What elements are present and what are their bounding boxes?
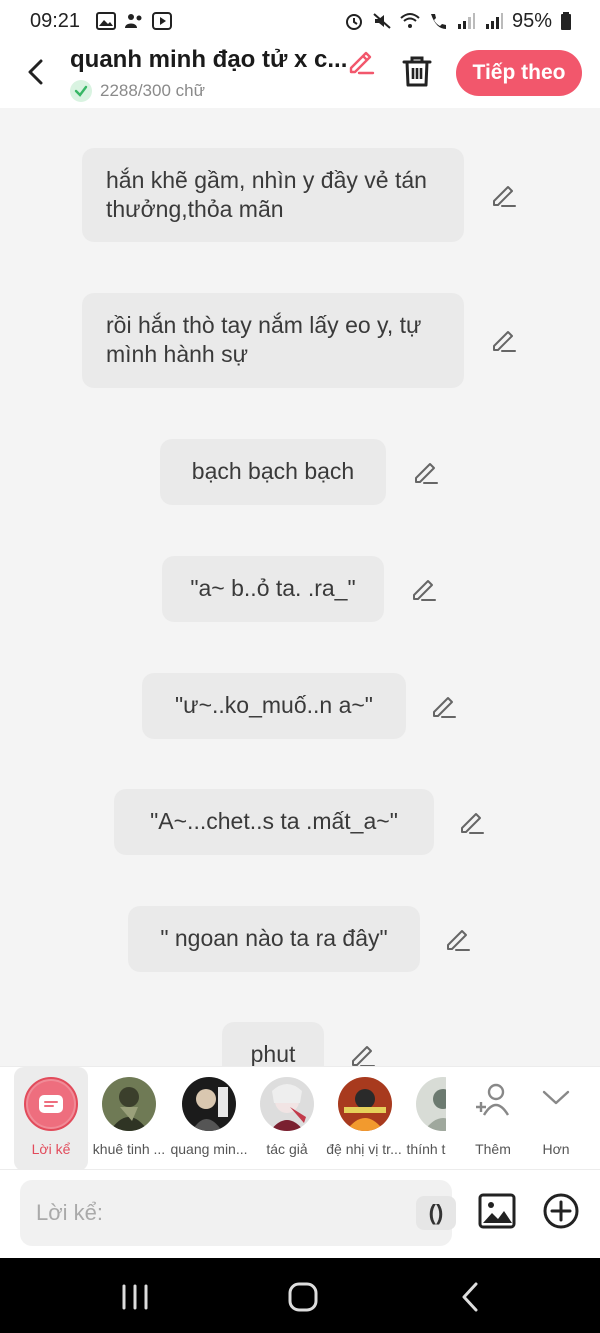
edit-icon[interactable] <box>410 575 438 603</box>
character-bar: Lời kể khuê tinh ... quang min... tác gi… <box>0 1066 600 1171</box>
signal-2-icon <box>485 13 503 29</box>
notification-icons <box>96 12 173 30</box>
character-narrator[interactable]: Lời kể <box>14 1067 88 1171</box>
avatar <box>260 1077 314 1131</box>
character-de-nhi[interactable]: đệ nhị vị tr... <box>324 1067 404 1171</box>
recent-apps-icon[interactable] <box>118 1280 152 1314</box>
message-bubble[interactable]: "a~ b..ỏ ta. .ra_" <box>162 556 384 622</box>
word-count-row: 2288/300 chữ <box>70 80 205 102</box>
avatar <box>182 1077 236 1131</box>
wifi-icon <box>400 13 420 28</box>
play-icon <box>152 12 173 30</box>
character-label: thính t <box>406 1141 446 1157</box>
status-right: 95% <box>344 10 572 33</box>
next-button[interactable]: Tiếp theo <box>456 50 582 96</box>
gallery-icon <box>96 12 117 30</box>
add-icon[interactable] <box>542 1192 580 1230</box>
narrator-avatar <box>24 1077 78 1131</box>
more-button[interactable]: Hơn <box>526 1067 586 1171</box>
character-label: khuê tinh ... <box>92 1141 166 1157</box>
alarm-icon <box>345 14 362 30</box>
header: quanh minh đạo tử x c... 2288/300 chữ Ti… <box>0 42 600 108</box>
message-bubble[interactable]: "A~...chet..s ta .mất_a~" <box>114 789 434 855</box>
call-icon <box>430 14 446 29</box>
character-tac-gia[interactable]: tác giả <box>252 1067 322 1171</box>
add-person-icon <box>476 1083 510 1116</box>
battery-percent: 95% <box>511 9 552 32</box>
chevron-left-icon <box>28 59 43 85</box>
chat-icon <box>39 1095 63 1113</box>
character-label: Lời kể <box>31 1141 71 1157</box>
edit-icon[interactable] <box>490 181 518 209</box>
message-list: hắn khẽ gầm, nhìn y đầy vẻ tán thưởng,th… <box>0 108 600 1066</box>
edit-icon[interactable] <box>490 326 518 354</box>
check-icon <box>70 80 92 102</box>
back-nav-icon[interactable] <box>454 1280 488 1314</box>
message-input[interactable] <box>36 1180 396 1246</box>
avatar <box>416 1077 446 1131</box>
home-icon[interactable] <box>286 1280 320 1314</box>
image-icon[interactable] <box>478 1192 516 1230</box>
trash-icon[interactable] <box>398 52 436 90</box>
chevron-down-icon <box>542 1090 570 1105</box>
character-khue-tinh[interactable]: khuê tinh ... <box>90 1067 168 1171</box>
message-bubble[interactable]: phut <box>222 1022 324 1066</box>
message-bubble[interactable]: hắn khẽ gầm, nhìn y đầy vẻ tán thưởng,th… <box>82 148 464 242</box>
edit-icon[interactable] <box>444 925 472 953</box>
character-label: quang min... <box>170 1141 248 1157</box>
add-character-button[interactable]: Thêm <box>462 1067 524 1171</box>
edit-icon[interactable] <box>349 1041 377 1066</box>
message-bubble[interactable]: bạch bạch bạch <box>160 439 386 505</box>
input-bar: () <box>0 1170 600 1258</box>
more-label: Hơn <box>542 1141 570 1157</box>
message-bubble[interactable]: " ngoan nào ta ra đây" <box>128 906 420 972</box>
mute-icon <box>373 13 391 29</box>
system-nav-bar <box>0 1258 600 1333</box>
status-bar: 09:21 95% <box>0 0 600 42</box>
people-icon <box>125 14 142 28</box>
status-time: 09:21 <box>30 9 81 32</box>
message-bubble[interactable]: rồi hắn thò tay nắm lấy eo y, tự mình hà… <box>82 293 464 388</box>
character-label: đệ nhị vị tr... <box>326 1141 402 1157</box>
avatar <box>338 1077 392 1131</box>
add-character-label: Thêm <box>475 1141 511 1157</box>
battery-icon <box>561 12 571 30</box>
edit-icon[interactable] <box>430 692 458 720</box>
character-thinh[interactable]: thính t <box>406 1067 446 1171</box>
edit-title-icon[interactable] <box>346 46 376 76</box>
back-button[interactable] <box>18 54 54 90</box>
edit-icon[interactable] <box>458 808 486 836</box>
signal-icon <box>457 13 475 29</box>
word-count: 2288/300 chữ <box>100 81 205 100</box>
parentheses-button[interactable]: () <box>416 1196 456 1230</box>
character-label: tác giả <box>266 1141 308 1157</box>
message-input-wrapper: () <box>20 1180 456 1246</box>
character-quang-minh[interactable]: quang min... <box>168 1067 250 1171</box>
page-title: quanh minh đạo tử x c... <box>70 46 348 73</box>
edit-icon[interactable] <box>412 458 440 486</box>
status-left: 09:21 <box>30 9 173 33</box>
message-bubble[interactable]: "ư~..ko_muố..n a~" <box>142 673 406 739</box>
avatar <box>102 1077 156 1131</box>
